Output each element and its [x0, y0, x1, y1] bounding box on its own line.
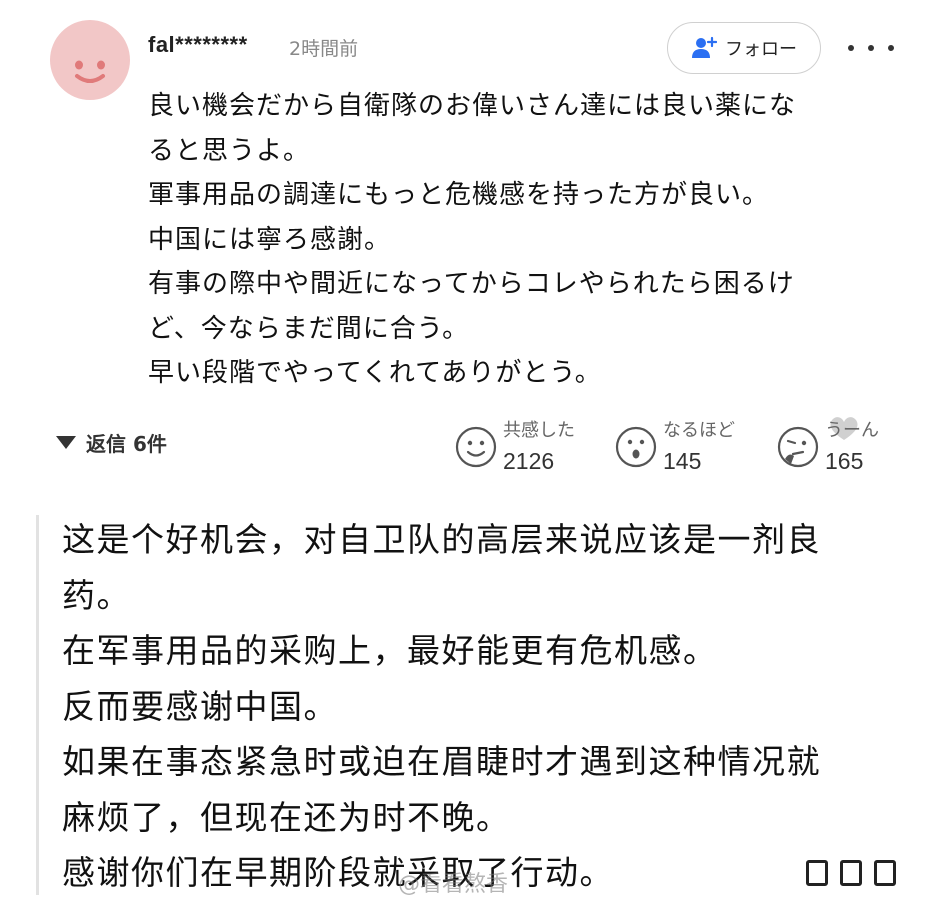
bracket-icon — [874, 860, 896, 886]
comment-line: 良い機会だから自衛隊のお偉いさん達には良い薬にな — [148, 91, 797, 121]
comment-line: ると思うよ。 — [148, 135, 311, 166]
translation-line: 药。 — [62, 575, 131, 615]
reaction-label: 共感した — [503, 420, 575, 441]
username[interactable]: fal******** — [148, 32, 248, 58]
comment-line: 早い段階でやってくれてありがとう。 — [148, 358, 602, 388]
reaction-label: なるほど — [663, 420, 735, 441]
translation-line: 反而要感谢中国。 — [62, 686, 338, 726]
translation-line: 在军事用品的采购上，最好能更有危机感。 — [62, 631, 718, 670]
reaction-count: 165 — [825, 448, 864, 474]
reaction-count: 145 — [663, 448, 702, 474]
translation-line: 麻烦了，但现在还为时不晚。 — [62, 797, 511, 837]
translation-line: 这是个好机会，对自卫队的高层来说应该是一剂良 — [62, 520, 821, 559]
add-user-icon — [692, 36, 717, 58]
comment-line: 軍事用品の調達にもっと危機感を持った方が良い。 — [148, 180, 770, 210]
quote-bar — [36, 515, 39, 895]
bracket-icon — [840, 860, 862, 886]
more-dot-icon — [848, 45, 854, 51]
follow-button[interactable]: フォロー — [667, 22, 821, 74]
avatar[interactable] — [50, 20, 130, 100]
surprised-face-icon — [615, 426, 657, 468]
comment-body: 良い機会だから自衛隊のお偉いさん達には良い薬にな ると思うよ。 軍事用品の調達に… — [148, 84, 888, 396]
more-options-button[interactable] — [848, 38, 894, 58]
comment-line: 有事の際中や間近になってからコレやられたら困るけ — [148, 269, 795, 299]
reaction-count: 2126 — [503, 448, 555, 474]
smile-avatar-icon — [75, 60, 105, 83]
comment-line: ど、今ならまだ間に合う。 — [148, 313, 470, 344]
replies-label: 返信 6件 — [86, 432, 167, 456]
corner-marks — [806, 860, 896, 886]
watermark: @看看熬香 — [398, 872, 509, 897]
translation-text: 这是个好机会，对自卫队的高层来说应该是一剂良 药。 在军事用品的采购上，最好能更… — [62, 512, 922, 901]
reaction-label: うーん — [825, 420, 879, 441]
post-time: 2時間前 — [289, 38, 359, 60]
caret-down-icon — [56, 436, 76, 449]
thinking-face-icon — [777, 426, 819, 468]
translation-line: 如果在事态紧急时或迫在眉睫时才遇到这种情况就 — [62, 742, 821, 781]
follow-label: フォロー — [725, 39, 797, 60]
more-dot-icon — [888, 45, 894, 51]
smile-face-icon — [455, 426, 497, 468]
bracket-icon — [806, 860, 828, 886]
more-dot-icon — [868, 45, 874, 51]
replies-toggle[interactable]: 返信 6件 — [56, 428, 167, 457]
comment-line: 中国には寧ろ感謝。 — [148, 224, 392, 255]
